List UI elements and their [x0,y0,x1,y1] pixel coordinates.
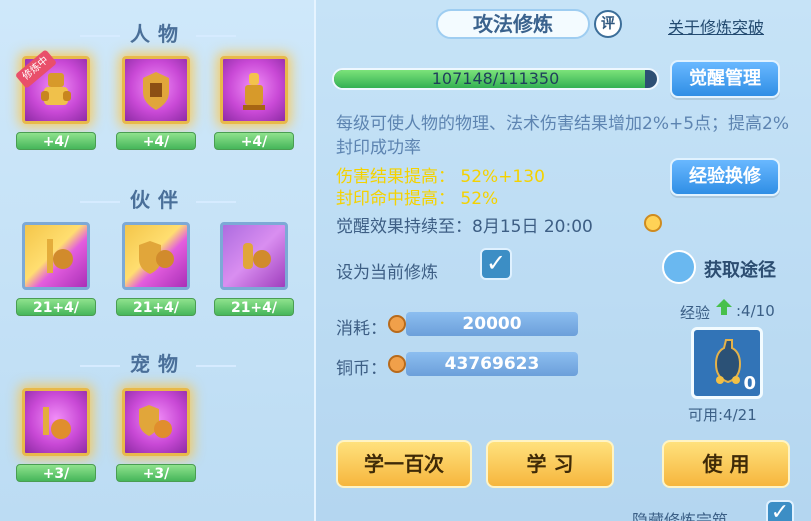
clock-icon [644,214,662,232]
seal-effect-label: 封印命中提高： [336,189,455,209]
learn-hundred-button[interactable]: 学一百次 [336,440,472,488]
seal-effect-line: 封印命中提高： 52% [336,188,498,210]
coin-icon [388,355,406,373]
review-button[interactable]: 评 [594,10,622,38]
hide-training-label: 隐藏修炼完筑 [632,511,729,521]
damage-effect-label: 伤害结果提高： [336,167,455,187]
sword-lion-icon [47,239,73,273]
skill-level: +4/ [116,132,196,150]
skill-frame [122,388,190,456]
coin-icon [388,315,406,333]
coins-label: 铜币： [336,359,387,379]
partner-skill-3[interactable]: 21+4/ [214,222,294,352]
exp-item-slot[interactable]: 0 [691,327,763,399]
pet-skill-2[interactable]: +3/ [116,388,196,518]
training-tab-title: 攻法修炼 [436,9,590,39]
skill-level: +4/ [16,132,96,150]
skill-level: +3/ [16,464,96,482]
partner-skill-2[interactable]: 21+4/ [116,222,196,352]
get-path-button[interactable]: 获取途径 [662,250,792,284]
shield-cat-icon [139,405,172,438]
book-icon [662,250,696,284]
gauntlet-lion-icon [243,243,271,269]
training-progress-bar: 107148/111350 [332,68,659,90]
skill-frame [122,56,190,124]
training-description: 每级可使人物的物理、法术伤害结果增加2%+5点；提高2%封印成功率 [336,114,789,158]
seal-effect-value: 52% [460,189,499,209]
set-current-label: 设为当前修炼 [336,263,438,283]
skill-list-panel: 人物 修炼中 +4/ +4/ +4/ 伙伴 21+4/ 21+4/ 21+4/ … [0,0,316,521]
character-skill-3[interactable]: +4/ [214,56,294,186]
set-current-checkbox[interactable]: ✓ [480,248,512,280]
skill-level: +3/ [116,464,196,482]
get-path-label: 获取途径 [704,260,776,281]
use-button[interactable]: 使 用 [662,440,790,488]
skill-level: +4/ [214,132,294,150]
golden-statue-icon [243,73,265,110]
exp-label: 经验 [680,304,711,322]
awaken-expiry-text: 觉醒效果持续至：8月15日 20:00 [336,217,593,237]
skill-frame [220,56,288,124]
skill-frame [122,222,190,290]
training-progress-text: 107148/111350 [431,69,560,88]
cost-label: 消耗： [336,319,387,339]
coins-value: 43769623 [406,352,578,376]
learn-button[interactable]: 学 习 [486,440,614,488]
skill-frame [22,388,90,456]
damage-effect-line: 伤害结果提高： 52%+130 [336,166,545,188]
warrior-armor-icon [41,73,71,105]
section-title-partner: 伙伴 [0,184,316,213]
awaken-management-button[interactable]: 觉醒管理 [670,60,780,98]
shield-lion-icon [139,241,174,274]
skill-level: 21+4/ [116,298,196,316]
pet-skill-1[interactable]: +3/ [16,388,96,518]
character-skill-1[interactable]: 修炼中 +4/ [14,49,96,186]
exp-count: :4/10 [736,302,775,320]
skill-level: 21+4/ [16,298,96,316]
character-skill-2[interactable]: +4/ [116,56,196,186]
training-breakthrough-link[interactable]: 关于修炼突破 [668,14,764,38]
cost-value: 20000 [406,312,578,336]
training-detail-panel: 攻法修炼 评 关于修炼突破 107148/111350 觉醒管理 每级可使人物的… [318,0,811,521]
hide-training-checkbox[interactable]: ✓ [766,500,794,521]
skill-frame [22,222,90,290]
partner-skill-1[interactable]: 21+4/ [16,222,96,352]
exp-exchange-button[interactable]: 经验换修 [670,158,780,196]
item-usable: 可用:4/21 [688,406,757,424]
damage-effect-value: 52%+130 [460,167,545,187]
section-title-character: 人物 [0,18,316,47]
skill-frame [220,222,288,290]
up-arrow-icon [716,299,732,315]
skill-level: 21+4/ [214,298,294,316]
sword-cat-icon [43,407,71,439]
shield-armor-icon [143,72,169,110]
section-title-pet: 宠物 [0,348,316,377]
item-count: 0 [743,373,756,394]
